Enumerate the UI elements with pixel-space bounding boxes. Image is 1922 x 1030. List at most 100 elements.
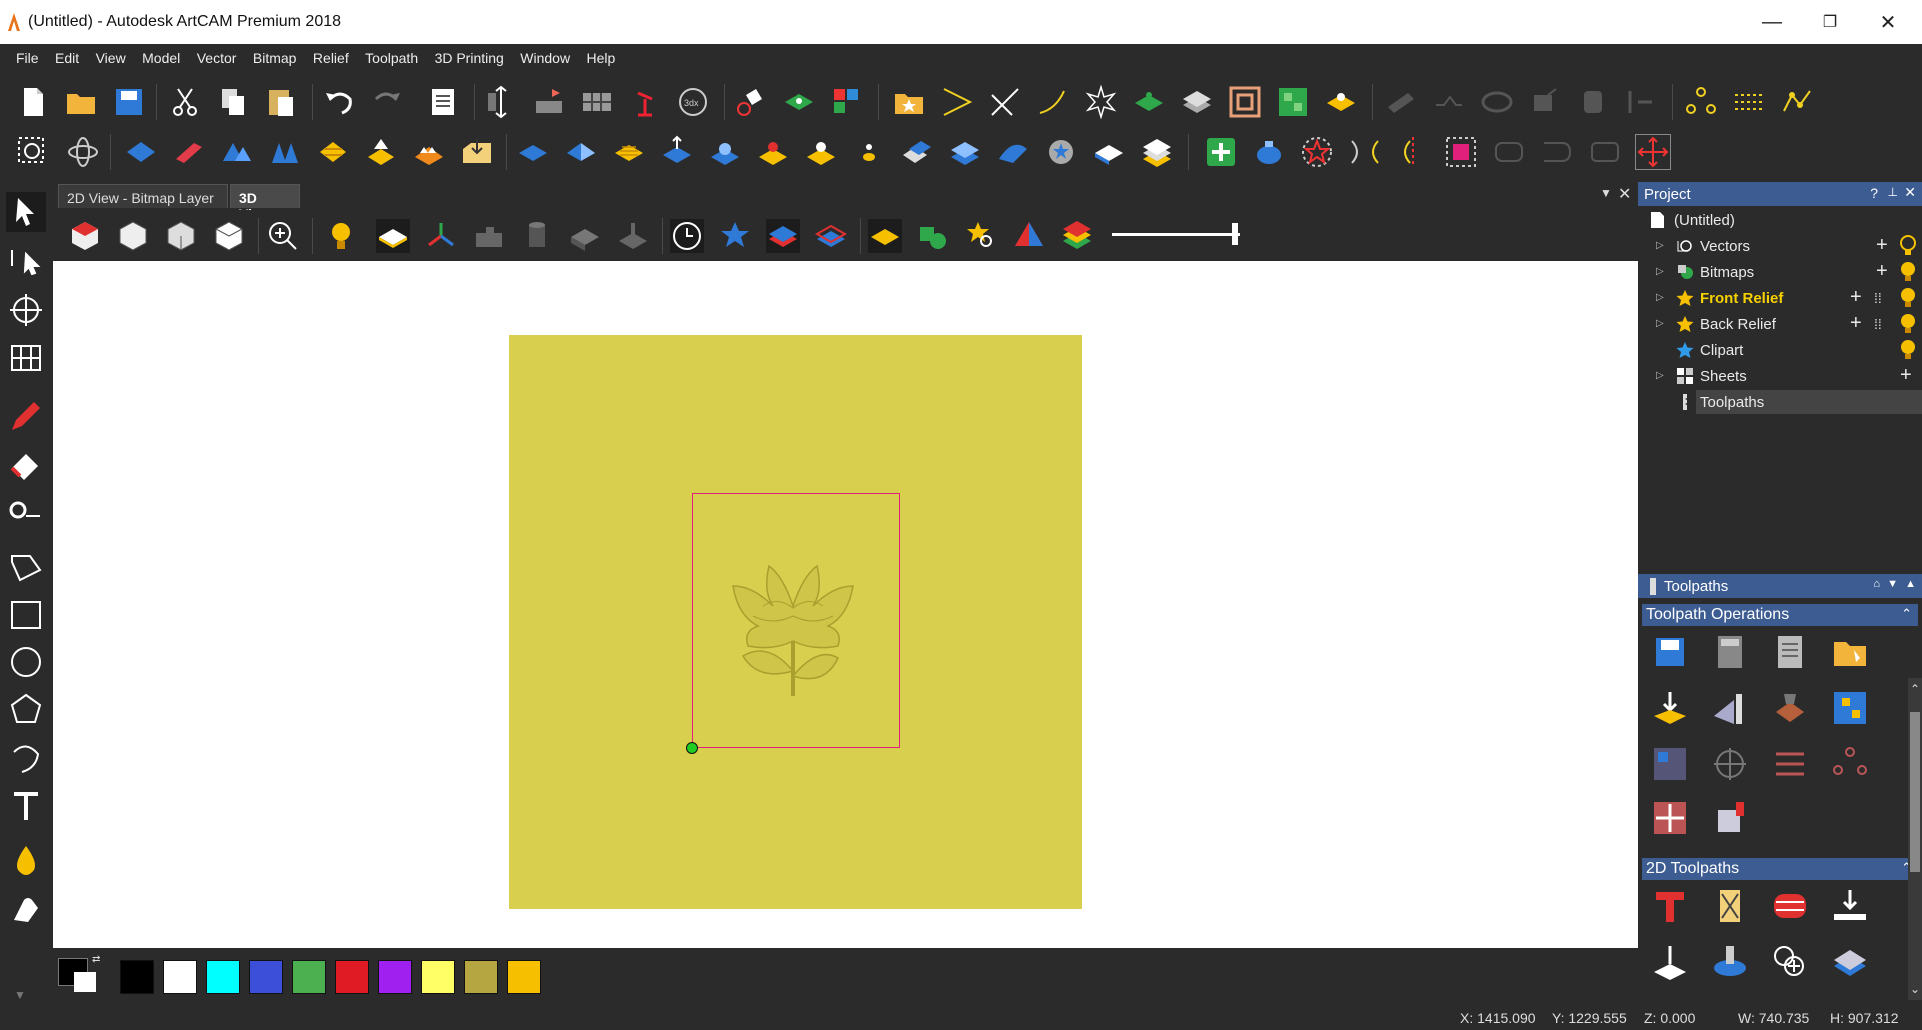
home-icon[interactable]: ⌂ <box>1873 578 1880 590</box>
colored-blocks-icon[interactable] <box>830 85 864 119</box>
node-edit-icon[interactable] <box>6 242 46 282</box>
mirror-half-icon[interactable] <box>1396 135 1430 169</box>
menu-view[interactable]: View <box>90 44 132 72</box>
blue-jar-icon[interactable] <box>1252 135 1286 169</box>
merge-planes-icon[interactable] <box>900 135 934 169</box>
batch-toolpath-icon[interactable] <box>1650 744 1690 784</box>
show-relief-icon[interactable] <box>376 219 410 253</box>
swatch-purple[interactable] <box>378 960 412 994</box>
tool-database-icon[interactable] <box>1710 688 1750 728</box>
node-rows-icon[interactable] <box>1732 85 1766 119</box>
grid-dots-icon[interactable]: ⁞⁞ <box>1874 316 1882 332</box>
copy-icon[interactable] <box>216 85 250 119</box>
add-icon[interactable]: + <box>1850 312 1862 335</box>
inlay-toolpath-icon[interactable] <box>1830 942 1870 982</box>
arc-vector-icon[interactable] <box>1036 85 1070 119</box>
puzzle-icon[interactable] <box>472 219 506 253</box>
transparency-slider-handle[interactable] <box>1232 223 1238 245</box>
feature-machining-icon[interactable] <box>1710 942 1750 982</box>
curved-plane-icon[interactable] <box>996 135 1030 169</box>
blue-star-icon[interactable] <box>718 219 752 253</box>
calculator-icon[interactable] <box>1710 632 1750 672</box>
menu-file[interactable]: File <box>10 44 45 72</box>
import-toolpath-icon[interactable] <box>1650 688 1690 728</box>
v-bit-carving-icon[interactable] <box>1770 942 1810 982</box>
layer-stack-icon[interactable] <box>1140 135 1174 169</box>
machine-icon[interactable] <box>616 219 650 253</box>
top-view-icon[interactable] <box>212 219 246 253</box>
zoom-region-icon[interactable] <box>16 135 50 169</box>
transform-rotate-icon[interactable] <box>6 290 46 330</box>
hand-pick-icon[interactable] <box>6 890 46 930</box>
material-block-icon[interactable] <box>568 219 602 253</box>
import-relief-icon[interactable] <box>460 135 494 169</box>
grid-dots-icon[interactable]: ⁞⁞ <box>1874 290 1882 306</box>
yellow-dome-icon[interactable] <box>804 135 838 169</box>
menu-model[interactable]: Model <box>136 44 186 72</box>
atom-icon[interactable] <box>66 135 100 169</box>
split-plane-icon[interactable] <box>564 135 598 169</box>
redo-icon[interactable] <box>370 85 404 119</box>
add-green-icon[interactable] <box>1204 135 1238 169</box>
orange-plate-icon[interactable] <box>756 135 790 169</box>
swatch-green[interactable] <box>292 960 326 994</box>
model-position-icon[interactable] <box>532 85 566 119</box>
help-icon[interactable]: ? <box>1870 185 1878 201</box>
save-toolpath-icon[interactable] <box>1650 632 1690 672</box>
flood-fill-drop-icon[interactable] <box>6 842 46 882</box>
templates-icon[interactable] <box>1650 798 1690 838</box>
swatch-light-yellow[interactable] <box>421 960 455 994</box>
swatch-black[interactable] <box>120 960 154 994</box>
swatch-blue[interactable] <box>249 960 283 994</box>
transparency-slider[interactable] <box>1112 233 1240 236</box>
bulb-icon[interactable] <box>1898 260 1918 286</box>
arc-mirror-icon[interactable] <box>1348 135 1382 169</box>
maze-icon[interactable] <box>1228 85 1262 119</box>
weave-icon[interactable] <box>316 135 350 169</box>
tree-item-toolpaths[interactable]: Toolpaths <box>1638 390 1922 416</box>
model-size-icon[interactable] <box>484 85 518 119</box>
toolpath-folder-icon[interactable] <box>1830 632 1870 672</box>
add-icon[interactable]: + <box>1850 286 1862 309</box>
blue-layer-icon[interactable] <box>766 219 800 253</box>
menu-window[interactable]: Window <box>514 44 576 72</box>
bulb-outline-icon[interactable] <box>1898 234 1918 256</box>
cylinder-icon[interactable] <box>520 219 554 253</box>
red-layer-icon[interactable] <box>814 219 848 253</box>
shape-brush-icon[interactable] <box>6 492 46 532</box>
swatch-white[interactable] <box>163 960 197 994</box>
arc-icon[interactable] <box>6 738 46 778</box>
grid-icon[interactable] <box>580 85 614 119</box>
raise-plane-icon[interactable] <box>660 135 694 169</box>
select-arrow-icon[interactable] <box>6 192 46 232</box>
vector-arrow-icon[interactable] <box>940 85 974 119</box>
distort-grid-icon[interactable] <box>6 338 46 378</box>
disabled-tool-4-icon[interactable] <box>1528 85 1562 119</box>
expand-icon[interactable]: ▷ <box>1656 266 1664 277</box>
disabled-shape-3-icon[interactable] <box>1588 135 1622 169</box>
shapes-green-icon[interactable] <box>916 219 950 253</box>
swap-colors-icon[interactable]: ⇄ <box>92 954 100 965</box>
pin-icon[interactable]: ⊥ <box>1888 185 1898 199</box>
menu-toolpath[interactable]: Toolpath <box>359 44 424 72</box>
yellow-layer-icon[interactable] <box>868 219 902 253</box>
light-bulb-icon[interactable] <box>324 219 358 253</box>
swatch-cyan[interactable] <box>206 960 240 994</box>
small-dome-icon[interactable] <box>852 135 886 169</box>
engrave-toolpath-icon[interactable] <box>1710 886 1750 926</box>
notes-sheet-icon[interactable] <box>1770 632 1810 672</box>
stack-layers-icon[interactable] <box>1180 85 1214 119</box>
add-icon[interactable]: + <box>1876 260 1888 283</box>
menu-edit[interactable]: Edit <box>49 44 85 72</box>
tree-item-sheets[interactable]: ▷ Sheets + <box>1638 364 1922 390</box>
disabled-tool-3-icon[interactable] <box>1480 85 1514 119</box>
relief-plane-icon[interactable] <box>124 135 158 169</box>
scroll-down-icon[interactable]: ⌄ <box>1908 982 1922 996</box>
bulb-icon[interactable] <box>1898 286 1918 312</box>
tab-2d-view[interactable]: 2D View - Bitmap Layer <box>58 184 228 208</box>
restore-button[interactable]: ❐ <box>1810 6 1850 38</box>
zoom-in-icon[interactable] <box>266 219 300 253</box>
palette-overflow-icon[interactable]: ▼ <box>14 988 26 1002</box>
new-file-icon[interactable] <box>16 85 50 119</box>
menu-3d-printing[interactable]: 3D Printing <box>429 44 510 72</box>
